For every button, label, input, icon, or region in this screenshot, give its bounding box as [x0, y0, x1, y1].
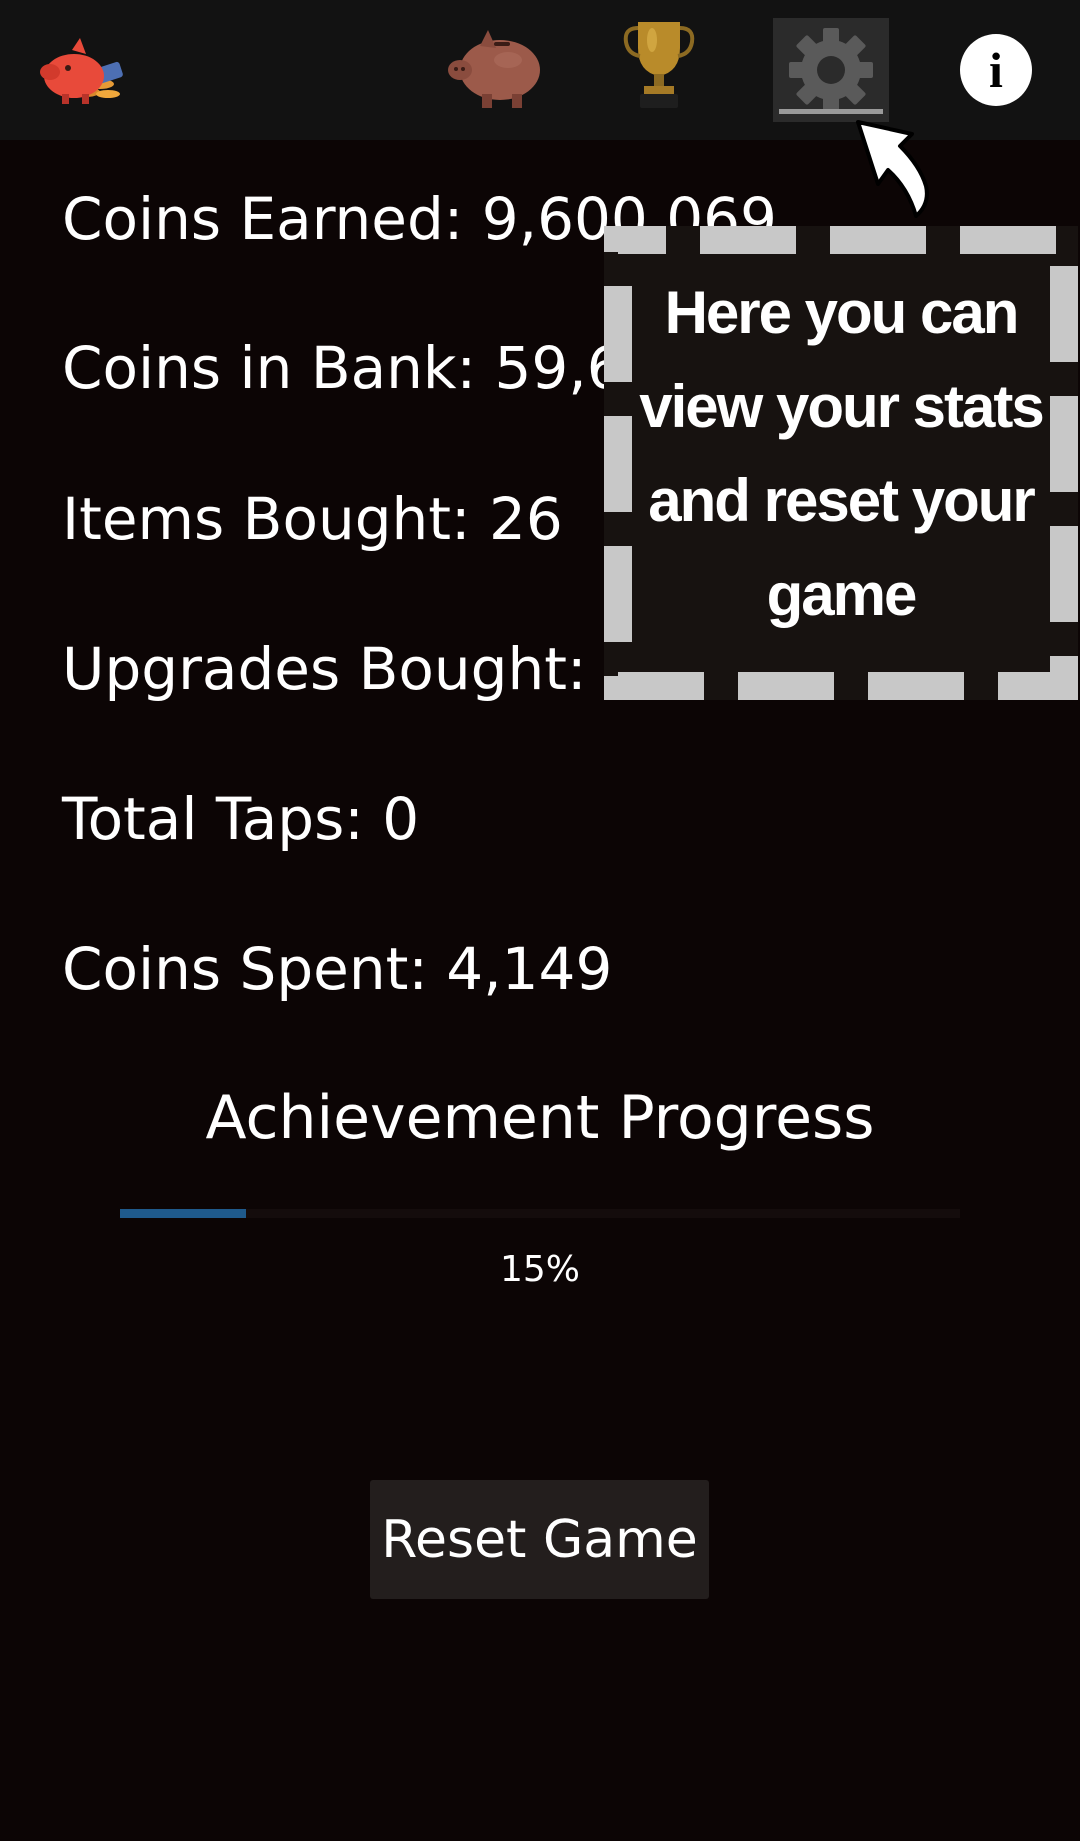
piggy-bank-coins-icon — [40, 38, 123, 104]
info-glyph: i — [989, 42, 1003, 98]
piggy-bank-icon — [448, 30, 540, 108]
stat-coins-spent: Coins Spent: 4,149 — [62, 935, 613, 1003]
stat-total-taps: Total Taps: 0 — [62, 785, 420, 853]
gear-icon — [789, 28, 873, 112]
nav-achievements-button[interactable] — [618, 14, 700, 114]
tutorial-tooltip[interactable]: Here you can view your stats and reset y… — [604, 226, 1078, 700]
trophy-icon — [623, 22, 695, 108]
achievement-progress-label: 15% — [499, 1249, 580, 1290]
stat-items-bought: Items Bought: 26 — [62, 485, 563, 553]
nav-home-button[interactable] — [28, 22, 138, 112]
info-icon: i — [960, 34, 1032, 106]
tutorial-pointer-arrow-icon — [856, 120, 929, 218]
stat-upgrades-bought: Upgrades Bought: — [62, 635, 587, 703]
nav-bank-button[interactable] — [440, 20, 550, 115]
nav-settings-button[interactable] — [773, 18, 889, 122]
achievement-progress-bar — [120, 1209, 960, 1218]
tutorial-tooltip-text: Here you can view your stats and reset y… — [639, 279, 1045, 628]
nav-info-button[interactable]: i — [958, 32, 1034, 108]
reset-game-button[interactable]: Reset Game — [370, 1480, 709, 1599]
achievement-progress-fill — [120, 1209, 246, 1218]
achievement-progress-title: Achievement Progress — [205, 1083, 875, 1153]
